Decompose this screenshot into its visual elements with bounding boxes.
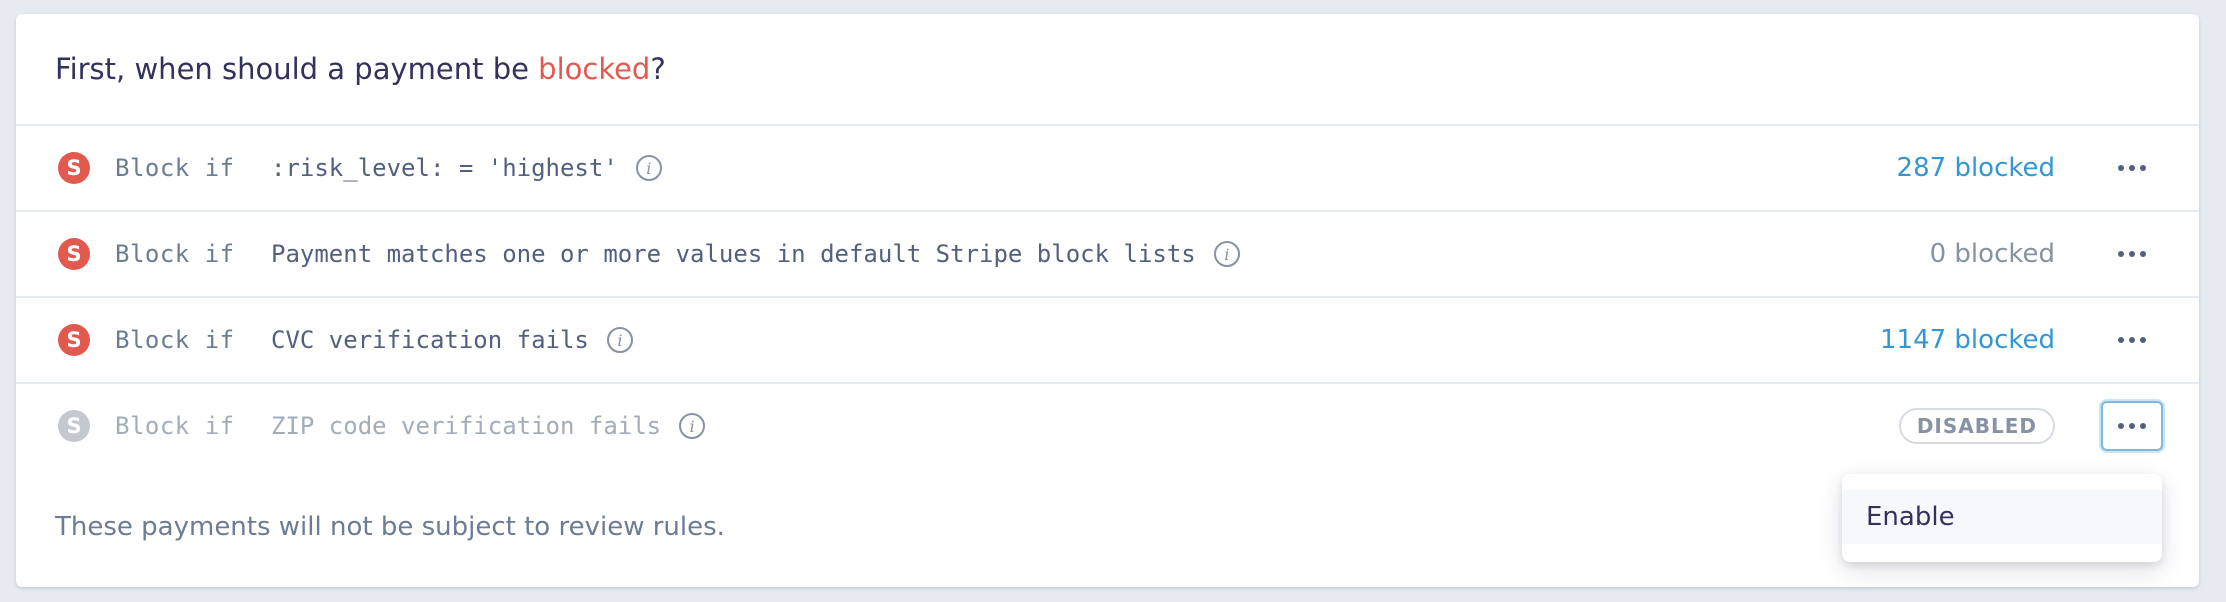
rule-row: S Block if Payment matches one or more v… [16, 212, 2199, 298]
more-actions-button[interactable] [2101, 315, 2163, 365]
more-actions-button[interactable] [2101, 401, 2163, 451]
more-icon [2118, 165, 2124, 171]
disabled-status-badge: DISABLED [1898, 408, 2055, 444]
info-icon[interactable]: i [1213, 241, 1240, 267]
rule-keyword: Block if [115, 412, 235, 440]
stripe-rule-icon: S [58, 238, 90, 270]
info-icon[interactable]: i [606, 327, 633, 353]
rule-row-disabled: S Block if ZIP code verification fails i… [16, 384, 2199, 468]
rule-condition: :risk_level: = 'highest' i [271, 154, 662, 182]
blocked-count-link[interactable]: 1147 blocked [1880, 325, 2055, 355]
stripe-rule-icon: S [58, 152, 90, 184]
rule-row: S Block if :risk_level: = 'highest' i 28… [16, 126, 2199, 212]
more-icon [2118, 251, 2124, 257]
stripe-rule-icon: S [58, 324, 90, 356]
section-title: First, when should a payment be blocked? [55, 52, 666, 86]
more-actions-button[interactable] [2101, 143, 2163, 193]
rule-keyword: Block if [115, 154, 235, 182]
blocked-count: 0 blocked [1929, 239, 2055, 269]
rule-row: S Block if CVC verification fails i 1147… [16, 298, 2199, 384]
info-icon[interactable]: i [635, 155, 662, 181]
info-icon[interactable]: i [679, 413, 706, 439]
rule-keyword: Block if [115, 326, 235, 354]
blocked-count-link[interactable]: 287 blocked [1897, 153, 2055, 183]
more-actions-button[interactable] [2101, 229, 2163, 279]
stripe-rule-icon: S [58, 410, 90, 442]
rule-condition: ZIP code verification fails i [271, 412, 706, 440]
card-header: First, when should a payment be blocked? [16, 14, 2199, 126]
rule-condition: Payment matches one or more values in de… [271, 240, 1240, 268]
menu-item-enable[interactable]: Enable [1842, 490, 2162, 544]
more-icon [2118, 337, 2124, 343]
footer-note: These payments will not be subject to re… [55, 512, 725, 542]
rule-keyword: Block if [115, 240, 235, 268]
more-icon [2118, 423, 2124, 429]
title-highlight: blocked [538, 52, 651, 86]
rule-actions-menu: Enable [1842, 474, 2162, 562]
rule-condition: CVC verification fails i [271, 326, 633, 354]
